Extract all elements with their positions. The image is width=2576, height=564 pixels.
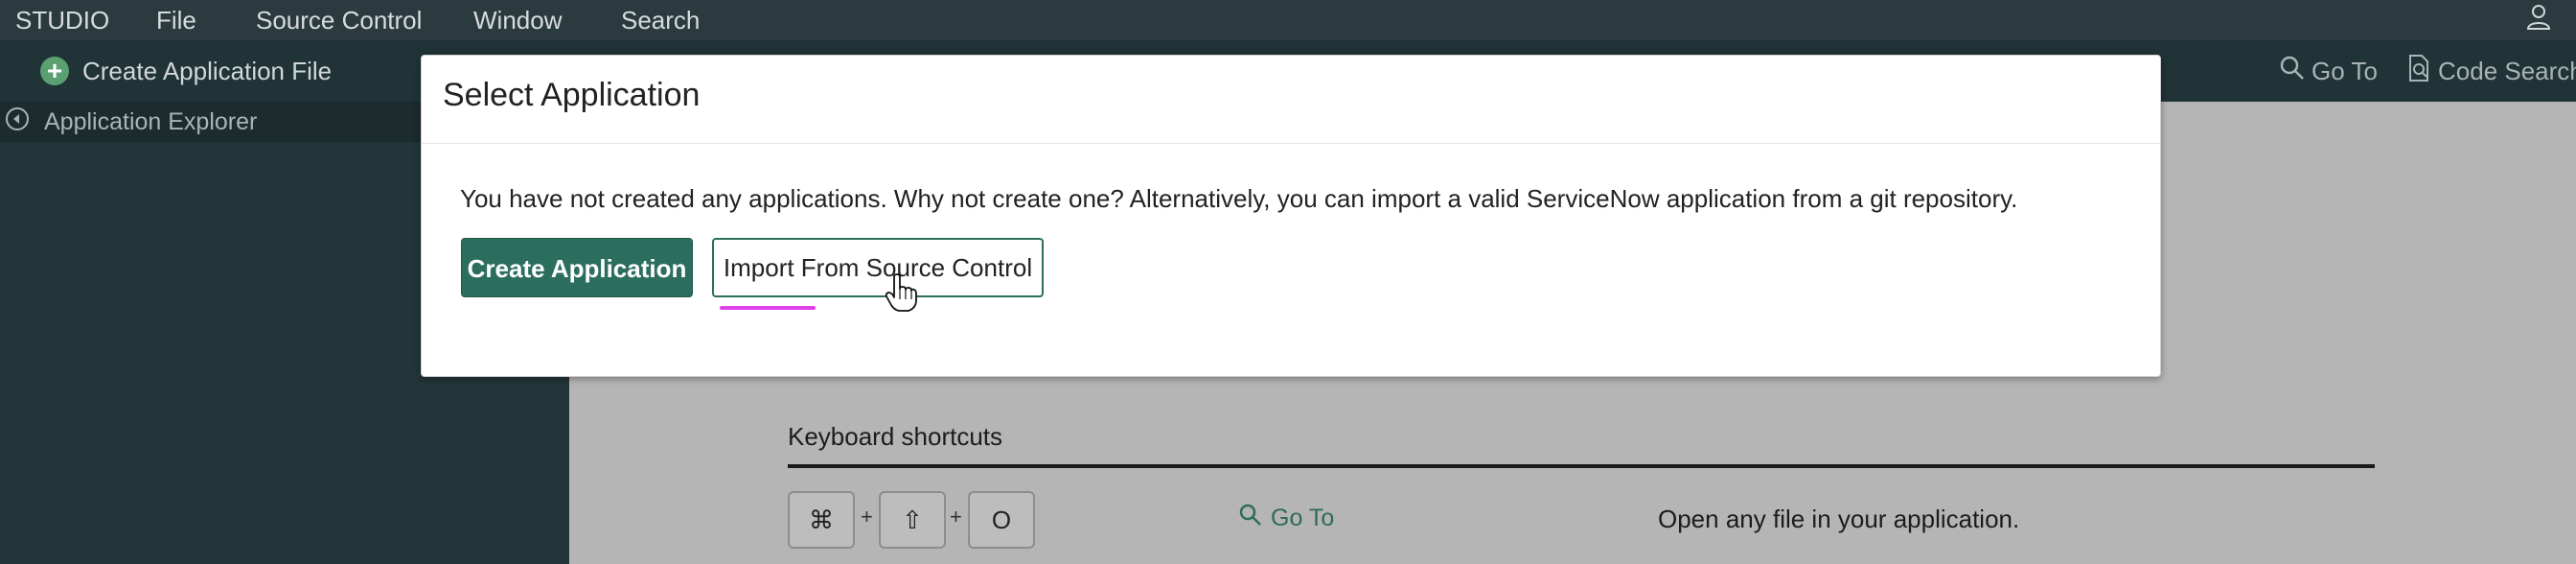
- key-o: O: [968, 491, 1035, 549]
- shortcut-goto-link[interactable]: Go To: [1238, 503, 1334, 534]
- shortcut-goto-label: Go To: [1271, 505, 1335, 531]
- menu-search[interactable]: Search: [621, 0, 700, 40]
- keyboard-shortcuts-title: Keyboard shortcuts: [788, 422, 1003, 451]
- key-plus-separator: +: [950, 505, 962, 529]
- goto-label: Go To: [2312, 56, 2378, 85]
- code-search-icon: [2407, 54, 2432, 89]
- goto-button[interactable]: Go To: [2279, 40, 2378, 102]
- application-explorer-title: Application Explorer: [44, 107, 258, 135]
- search-icon: [2279, 55, 2306, 88]
- code-search-button[interactable]: Code Search: [2407, 40, 2576, 102]
- create-application-button[interactable]: Create Application: [461, 238, 693, 297]
- focus-indicator: [720, 306, 816, 310]
- add-icon: +: [40, 57, 69, 85]
- menu-source-control[interactable]: Source Control: [256, 0, 422, 40]
- collapse-left-icon[interactable]: [4, 106, 31, 139]
- import-from-source-control-button[interactable]: Import From Source Control: [712, 238, 1044, 297]
- shortcut-description: Open any file in your application.: [1658, 505, 2020, 533]
- menu-bar: STUDIO File Source Control Window Search: [0, 0, 2576, 40]
- menu-window[interactable]: Window: [473, 0, 562, 40]
- key-plus-separator: +: [861, 505, 873, 529]
- create-application-file-button[interactable]: + Create Application File: [40, 40, 332, 102]
- dialog-title: Select Application: [443, 77, 701, 113]
- keyboard-shortcuts-divider: [788, 464, 2375, 468]
- search-icon: [1238, 503, 1263, 534]
- hand-cursor-icon: [885, 273, 917, 317]
- select-application-dialog: Select Application You have not created …: [421, 55, 2161, 377]
- create-application-file-label: Create Application File: [82, 56, 333, 85]
- key-command: ⌘: [788, 491, 855, 549]
- studio-brand: STUDIO: [15, 6, 110, 35]
- user-icon[interactable]: [2524, 2, 2553, 37]
- code-search-label: Code Search: [2438, 56, 2576, 85]
- menu-file[interactable]: File: [156, 0, 196, 40]
- dialog-header: Select Application: [422, 56, 2160, 144]
- dialog-message: You have not created any applications. W…: [460, 184, 2018, 213]
- key-shift: ⇧: [879, 491, 946, 549]
